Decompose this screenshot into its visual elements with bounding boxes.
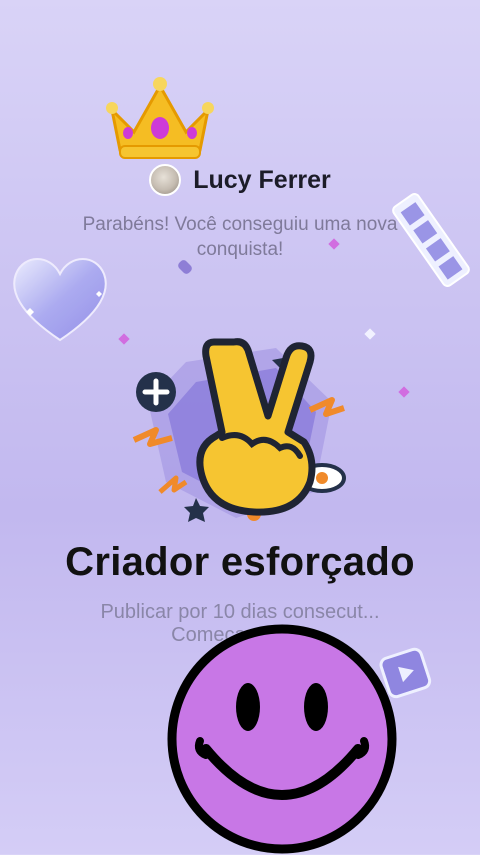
smiley-face-sticker (167, 624, 397, 854)
victory-hand-badge-icon (132, 338, 346, 522)
achievement-title: Criador esforçado (65, 540, 415, 584)
confetti-sparkle (398, 386, 410, 398)
crown-icon (106, 77, 214, 159)
heart-icon (13, 258, 107, 342)
film-strip-icon (392, 193, 470, 287)
username: Lucy Ferrer (193, 165, 331, 194)
confetti-sparkle (364, 328, 376, 340)
achievement-description: Publicar por 10 dias consecut... (100, 601, 380, 623)
avatar[interactable] (149, 164, 182, 196)
